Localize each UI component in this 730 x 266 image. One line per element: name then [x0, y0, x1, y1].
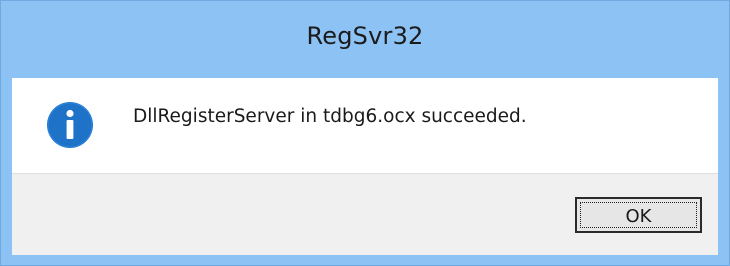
info-icon: [47, 102, 93, 148]
message-area: DllRegisterServer in tdbg6.ocx succeeded…: [12, 78, 718, 174]
ok-button-label: OK: [625, 206, 652, 227]
ok-button[interactable]: OK: [575, 197, 702, 233]
dialog-window: RegSvr32 DllRegisterServer in tdbg6.ocx …: [0, 0, 730, 266]
message-text: DllRegisterServer in tdbg6.ocx succeeded…: [133, 106, 527, 127]
dialog-body: DllRegisterServer in tdbg6.ocx succeeded…: [12, 78, 718, 255]
title-bar[interactable]: RegSvr32: [1, 1, 729, 78]
window-title: RegSvr32: [306, 22, 424, 50]
